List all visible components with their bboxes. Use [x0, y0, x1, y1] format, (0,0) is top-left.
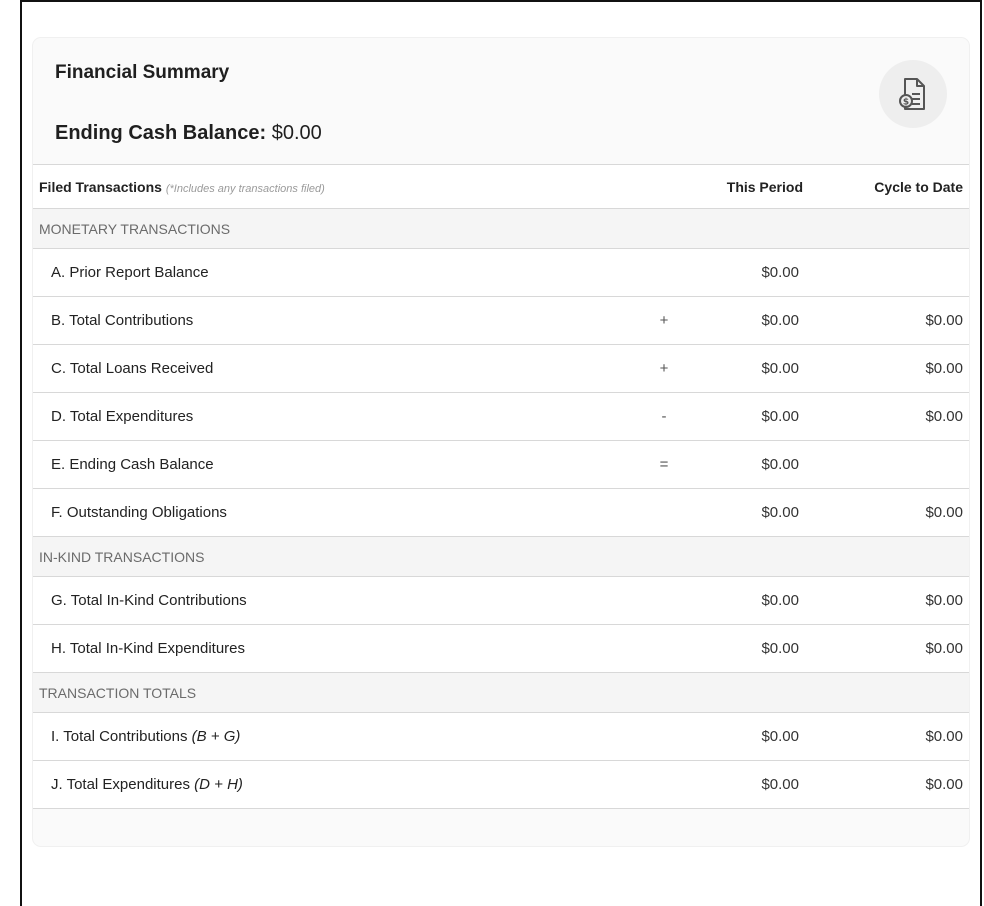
- table-row: A. Prior Report Balance $0.00: [33, 248, 969, 297]
- row-cycle-to-date: $0.00: [813, 760, 969, 809]
- section-transaction-totals: TRANSACTION TOTALS: [33, 672, 969, 713]
- table-row: F. Outstanding Obligations $0.00 $0.00: [33, 488, 969, 537]
- row-this-period: $0.00: [679, 248, 813, 297]
- this-period-header: This Period: [679, 164, 813, 209]
- table-row: J. Total Expenditures (D + H) $0.00 $0.0…: [33, 760, 969, 809]
- page-frame: Financial Summary Ending Cash Balance: $…: [20, 0, 982, 906]
- row-operator: +: [649, 296, 679, 345]
- table-row: E. Ending Cash Balance = $0.00: [33, 440, 969, 489]
- cycle-to-date-header: Cycle to Date: [813, 164, 969, 209]
- row-this-period: $0.00: [679, 296, 813, 345]
- table-row: C. Total Loans Received + $0.00 $0.00: [33, 344, 969, 393]
- row-this-period: $0.00: [679, 624, 813, 673]
- row-this-period: $0.00: [679, 488, 813, 537]
- table-row: B. Total Contributions + $0.00 $0.00: [33, 296, 969, 345]
- row-formula: (B + G): [191, 728, 241, 745]
- section-title: TRANSACTION TOTALS: [33, 672, 969, 713]
- financial-summary-table: Filed Transactions (*Includes any transa…: [33, 164, 969, 809]
- ending-cash-balance-value: $0.00: [271, 122, 322, 144]
- row-this-period: $0.00: [679, 344, 813, 393]
- filed-transactions-note: (*Includes any transactions filed): [165, 182, 325, 195]
- row-this-period: $0.00: [679, 712, 813, 761]
- row-label: H. Total In-Kind Expenditures: [33, 624, 649, 673]
- section-monetary-transactions: MONETARY TRANSACTIONS: [33, 208, 969, 249]
- row-operator: [649, 760, 679, 809]
- row-cycle-to-date: [813, 440, 969, 489]
- section-title: IN-KIND TRANSACTIONS: [33, 536, 969, 577]
- row-this-period: $0.00: [679, 760, 813, 809]
- filed-transactions-label: Filed Transactions: [39, 178, 162, 195]
- row-label: C. Total Loans Received: [33, 344, 649, 393]
- row-operator: [649, 488, 679, 537]
- table-row: I. Total Contributions (B + G) $0.00 $0.…: [33, 712, 969, 761]
- table-header-row: Filed Transactions (*Includes any transa…: [33, 164, 969, 209]
- ending-cash-balance-label: Ending Cash Balance:: [55, 122, 267, 144]
- card-header: Financial Summary Ending Cash Balance: $…: [33, 38, 969, 164]
- section-in-kind-transactions: IN-KIND TRANSACTIONS: [33, 536, 969, 577]
- row-label: J. Total Expenditures (D + H): [33, 760, 649, 809]
- row-label: F. Outstanding Obligations: [33, 488, 649, 537]
- row-cycle-to-date: $0.00: [813, 296, 969, 345]
- row-label-text: I. Total Contributions: [51, 728, 188, 745]
- row-cycle-to-date: $0.00: [813, 576, 969, 625]
- row-cycle-to-date: $0.00: [813, 712, 969, 761]
- row-label: E. Ending Cash Balance: [33, 440, 649, 489]
- table-row: D. Total Expenditures - $0.00 $0.00: [33, 392, 969, 441]
- row-label: G. Total In-Kind Contributions: [33, 576, 649, 625]
- row-operator: -: [649, 392, 679, 441]
- row-cycle-to-date: $0.00: [813, 392, 969, 441]
- row-operator: =: [649, 440, 679, 489]
- row-this-period: $0.00: [679, 392, 813, 441]
- row-formula: (D + H): [194, 776, 243, 793]
- ending-cash-balance: Ending Cash Balance: $0.00: [55, 122, 322, 145]
- row-this-period: $0.00: [679, 576, 813, 625]
- row-cycle-to-date: $0.00: [813, 488, 969, 537]
- row-cycle-to-date: [813, 248, 969, 297]
- row-label: A. Prior Report Balance: [33, 248, 649, 297]
- row-label-text: J. Total Expenditures: [51, 776, 190, 793]
- card-title: Financial Summary: [55, 62, 230, 83]
- table-row: G. Total In-Kind Contributions $0.00 $0.…: [33, 576, 969, 625]
- svg-text:$: $: [903, 98, 909, 108]
- row-operator: [649, 248, 679, 297]
- row-operator: [649, 624, 679, 673]
- row-operator: [649, 576, 679, 625]
- row-label: B. Total Contributions: [33, 296, 649, 345]
- row-cycle-to-date: $0.00: [813, 624, 969, 673]
- filed-transactions-header: Filed Transactions (*Includes any transa…: [33, 164, 679, 209]
- row-label: I. Total Contributions (B + G): [33, 712, 649, 761]
- receipt-dollar-icon: $: [879, 60, 947, 128]
- row-label: D. Total Expenditures: [33, 392, 649, 441]
- row-operator: [649, 712, 679, 761]
- row-cycle-to-date: $0.00: [813, 344, 969, 393]
- section-title: MONETARY TRANSACTIONS: [33, 208, 969, 249]
- row-this-period: $0.00: [679, 440, 813, 489]
- table-row: H. Total In-Kind Expenditures $0.00 $0.0…: [33, 624, 969, 673]
- row-operator: +: [649, 344, 679, 393]
- financial-summary-card: Financial Summary Ending Cash Balance: $…: [33, 38, 969, 846]
